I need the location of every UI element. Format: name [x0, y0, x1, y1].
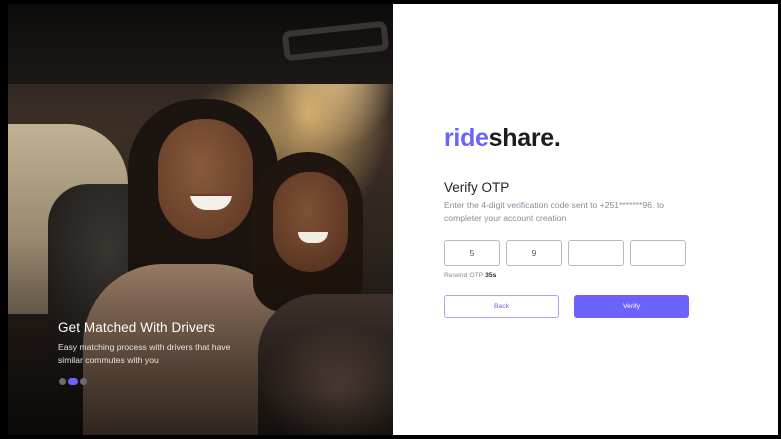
otp-digit-1[interactable]: 5 [444, 240, 500, 266]
onboarding-caption: Get Matched With Drivers Easy matching p… [58, 320, 258, 366]
resend-label[interactable]: Resend OTP [444, 272, 483, 279]
otp-input-group: 5 9 [444, 240, 686, 266]
brand-logo: rideshare. [444, 124, 561, 153]
resend-otp[interactable]: Resend OTP 35s [444, 272, 496, 279]
verify-button[interactable]: Verify [574, 295, 689, 318]
carousel-dot[interactable] [80, 378, 87, 385]
photo-shade [8, 4, 393, 435]
verify-description: Enter the 4-digit verification code sent… [444, 200, 664, 223]
otp-digit-4[interactable] [630, 240, 686, 266]
signup-screen: Get Matched With Drivers Easy matching p… [8, 4, 778, 435]
onboarding-title: Get Matched With Drivers [58, 320, 215, 335]
carousel-indicator[interactable] [59, 378, 87, 385]
otp-digit-2[interactable]: 9 [506, 240, 562, 266]
otp-digit-3[interactable] [568, 240, 624, 266]
brand-logo-part1: ride [444, 124, 489, 152]
page-title: Verify OTP [444, 180, 510, 195]
onboarding-description: Easy matching process with drivers that … [58, 342, 231, 365]
resend-timer: 35s [485, 272, 497, 279]
brand-logo-part2: share. [488, 124, 561, 152]
back-button[interactable]: Back [444, 295, 559, 318]
carousel-dot[interactable] [59, 378, 66, 385]
verify-panel: rideshare. Verify OTP Enter the 4-digit … [393, 4, 778, 435]
hero-photo: Get Matched With Drivers Easy matching p… [8, 4, 393, 435]
carousel-dot-active[interactable] [68, 378, 78, 385]
app-frame: Get Matched With Drivers Easy matching p… [0, 0, 781, 439]
